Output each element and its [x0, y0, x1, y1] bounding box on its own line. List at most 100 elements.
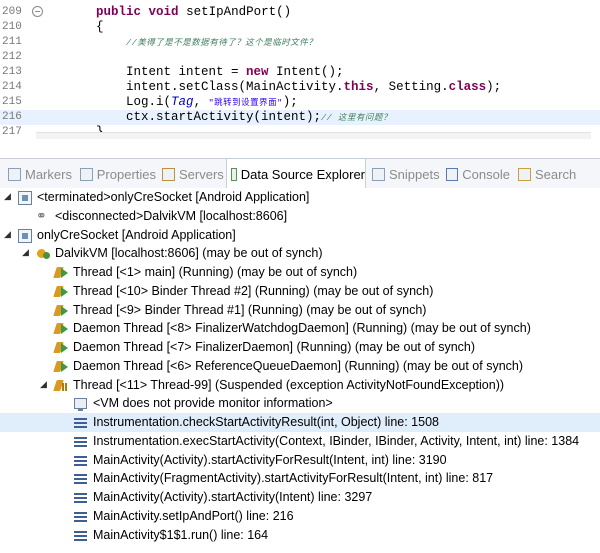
tree-row-label: Thread [<1> main] (Running) (may be out … — [73, 265, 358, 279]
thread-running-icon — [54, 321, 69, 336]
tree-row-label: Thread [<9> Binder Thread #1] (Running) … — [73, 302, 427, 317]
line-number: 213 — [2, 66, 22, 78]
code-token: intent.setClass(MainActivity. — [66, 80, 344, 94]
thread-running-icon — [54, 340, 69, 355]
markers-icon — [8, 167, 21, 181]
code-token: , Setting. — [373, 80, 449, 94]
code-token: ); — [486, 80, 502, 94]
tab-console[interactable]: Console — [442, 159, 510, 189]
tree-row[interactable]: ◢ DalvikVM [localhost:8606] (may be out o… — [0, 244, 600, 263]
tree-row[interactable]: <VM does not provide monitor information… — [0, 394, 600, 413]
tree-row-label: Instrumentation.checkStartActivityResult… — [93, 415, 439, 429]
code-line[interactable]: 211 //美得了是不是数据有待了？这个是临时文件？ — [0, 35, 600, 50]
tree-row-label: MainActivity.setIpAndPort() line: 216 — [93, 508, 294, 523]
code-text: Log.i(Tag, "跳转到设置界面"); — [66, 95, 298, 111]
tab-label: Servers — [179, 166, 224, 182]
line-number: 210 — [2, 21, 22, 33]
stack-frame-icon — [74, 509, 89, 524]
tree-row-label: <disconnected>DalvikVM [localhost:8606] — [55, 208, 288, 223]
debug-launch-icon — [18, 191, 32, 205]
code-text: Intent intent = new Intent(); — [66, 65, 344, 80]
tree-row[interactable]: MainActivity(Activity).startActivity(Int… — [0, 488, 600, 507]
tree-row[interactable]: Daemon Thread [<6> ReferenceQueueDaemon]… — [0, 357, 600, 376]
expand-toggle-icon[interactable]: ◢ — [4, 226, 14, 245]
tree-row[interactable]: Daemon Thread [<7> FinalizerDaemon] (Run… — [0, 338, 600, 357]
line-number: 216 — [2, 111, 22, 123]
tree-row[interactable]: ◢ <terminated>onlyCreSocket [Android Appl… — [0, 188, 600, 207]
line-number: 211 — [2, 36, 22, 48]
code-line[interactable]: 215 Log.i(Tag, "跳转到设置界面"); — [0, 95, 600, 110]
code-token: , — [193, 95, 209, 109]
tree-row[interactable]: Daemon Thread [<8> FinalizerWatchdogDaem… — [0, 319, 600, 338]
expand-toggle-icon[interactable]: ◢ — [40, 376, 50, 395]
tree-row[interactable]: MainActivity.setIpAndPort() line: 216 — [0, 507, 600, 526]
tree-row-label: Daemon Thread [<8> FinalizerWatchdogDaem… — [73, 321, 531, 336]
tree-row-label: Daemon Thread [<6> ReferenceQueueDaemon]… — [73, 358, 524, 373]
tab-search[interactable]: Search — [514, 159, 594, 189]
line-number: 217 — [2, 126, 22, 138]
tree-row[interactable]: MainActivity(Activity).startActivityForR… — [0, 451, 600, 470]
thread-running-icon — [54, 265, 69, 280]
tree-row[interactable]: MainActivity$1$1.run() line: 164 — [0, 526, 600, 545]
code-text: //美得了是不是数据有待了？这个是临时文件？ — [66, 35, 317, 51]
tree-row[interactable]: Thread [<9> Binder Thread #1] (Running) … — [0, 301, 600, 320]
tree-row[interactable]: Instrumentation.execStartActivity(Contex… — [0, 432, 600, 451]
line-number: 209 — [2, 6, 22, 18]
code-editor[interactable]: 209− public void setIpAndPort() 210 {211 … — [0, 0, 600, 139]
fold-toggle-icon[interactable]: − — [32, 6, 43, 17]
tab-label: Data Source Explorer — [240, 167, 365, 182]
code-line[interactable]: 209− public void setIpAndPort() — [0, 5, 600, 20]
debug-launch-icon — [18, 228, 32, 243]
code-line[interactable]: 212 — [0, 50, 600, 65]
servers-icon — [162, 167, 175, 181]
code-token: void — [148, 5, 179, 19]
thread-running-icon — [54, 303, 69, 318]
tree-row[interactable]: Thread [<10> Binder Thread #2] (Running)… — [0, 282, 600, 301]
tree-row-label: Thread [<11> Thread-99] (Suspended (exce… — [73, 377, 505, 392]
expand-toggle-icon[interactable]: ◢ — [22, 244, 32, 263]
vm-icon — [36, 246, 51, 261]
code-token: ( — [163, 95, 172, 109]
tab-properties[interactable]: Properties — [76, 159, 156, 189]
tab-label: Snippets — [389, 166, 440, 182]
tab-data-source-explorer[interactable]: Data Source Explorer — [226, 159, 366, 190]
tree-row[interactable]: MainActivity(FragmentActivity).startActi… — [0, 469, 600, 488]
code-line[interactable]: 216 ctx.startActivity(intent);// 这里有问题？ — [0, 110, 600, 125]
code-text: public void setIpAndPort() — [66, 5, 291, 20]
code-line[interactable]: 213 Intent intent = new Intent(); — [0, 65, 600, 80]
code-token: { — [66, 20, 104, 34]
tab-label: Search — [535, 166, 577, 182]
tree-row-label: MainActivity(FragmentActivity).startActi… — [93, 471, 494, 486]
code-line[interactable]: 210 { — [0, 20, 600, 35]
code-token: setIpAndPort() — [178, 5, 292, 19]
line-number: 212 — [2, 51, 22, 63]
code-text: { — [66, 20, 104, 35]
code-token: Log. — [66, 95, 157, 109]
tree-row[interactable]: Instrumentation.checkStartActivityResult… — [0, 413, 600, 432]
tree-row[interactable]: ⚭ <disconnected>DalvikVM [localhost:8606] — [0, 207, 600, 226]
thread-suspended-icon — [54, 378, 69, 393]
code-token: ); — [282, 95, 298, 109]
thread-running-icon — [54, 284, 69, 299]
tree-row[interactable]: ◢ onlyCreSocket [Android Application] — [0, 226, 600, 245]
tree-row-label: MainActivity(Activity).startActivityForR… — [93, 452, 447, 467]
code-token: class — [448, 80, 487, 94]
debug-tree[interactable]: ◢ <terminated>onlyCreSocket [Android Appl… — [0, 188, 600, 553]
tab-snippets[interactable]: Snippets — [368, 159, 440, 189]
expand-toggle-icon[interactable]: ◢ — [4, 188, 14, 207]
tab-markers[interactable]: Markers — [4, 159, 74, 189]
tab-servers[interactable]: Servers — [158, 159, 224, 189]
tree-row[interactable]: ◢ Thread [<11> Thread-99] (Suspended (exc… — [0, 376, 600, 395]
code-line[interactable]: 214 intent.setClass(MainActivity.this, S… — [0, 80, 600, 95]
stack-frame-icon — [74, 528, 89, 543]
stack-frame-icon — [74, 434, 89, 449]
code-token: ctx.startActivity(intent); — [66, 110, 322, 124]
tree-row[interactable]: Thread [<1> main] (Running) (may be out … — [0, 263, 600, 282]
properties-icon — [80, 167, 93, 181]
editor-horizontal-scrollbar[interactable] — [36, 132, 591, 139]
code-token: //美得了是不是数据有待了？这个是临时文件？ — [126, 38, 318, 48]
tree-row-label: <terminated>onlyCreSocket [Android Appli… — [37, 190, 310, 204]
code-text: ctx.startActivity(intent);// 这里有问题？ — [66, 110, 392, 126]
